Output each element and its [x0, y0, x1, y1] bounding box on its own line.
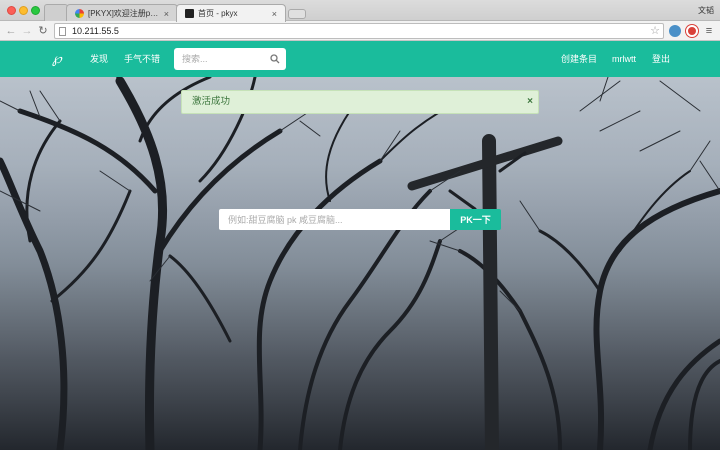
- tab-register[interactable]: [PKYX]欢迎注册pkyx,请验证 ×: [66, 4, 178, 22]
- nav-link-discover[interactable]: 发现: [90, 41, 108, 77]
- address-bar[interactable]: 10.211.55.5 ☆: [54, 23, 664, 39]
- window-close-button[interactable]: [7, 6, 16, 15]
- bookmark-star-icon[interactable]: ☆: [650, 24, 660, 38]
- hamburger-menu-icon[interactable]: ≡: [704, 25, 714, 37]
- nav-link-username[interactable]: mrlwtt: [612, 41, 636, 77]
- tab-close-icon[interactable]: ×: [272, 9, 277, 19]
- tab-blank[interactable]: [44, 4, 68, 22]
- browser-toolbar: ← → ↻ 10.211.55.5 ☆ ≡: [0, 21, 720, 41]
- tab-title: [PKYX]欢迎注册pkyx,请验证: [88, 9, 160, 18]
- search-box: [174, 48, 286, 70]
- extension-icon[interactable]: [669, 25, 681, 37]
- profile-name[interactable]: 文韬: [698, 5, 714, 16]
- new-tab-button[interactable]: [288, 9, 306, 19]
- nav-link-lucky[interactable]: 手气不错: [124, 41, 160, 77]
- window-minimize-button[interactable]: [19, 6, 28, 15]
- tab-close-icon[interactable]: ×: [164, 9, 169, 19]
- forward-arrow-icon[interactable]: →: [20, 24, 34, 38]
- success-alert: 激活成功 ×: [181, 90, 539, 114]
- tab-home[interactable]: 首页 - pkyx ×: [176, 4, 286, 22]
- url-text[interactable]: 10.211.55.5: [72, 26, 119, 36]
- pk-button[interactable]: PK一下: [450, 209, 501, 230]
- page-viewport: ℘ 发现 手气不错 创建条目 mrlwtt 登出 激活成功 × PK一下: [0, 41, 720, 450]
- window-zoom-button[interactable]: [31, 6, 40, 15]
- nav-link-logout[interactable]: 登出: [652, 41, 670, 77]
- opera-extension-icon[interactable]: [686, 25, 698, 37]
- browser-tab-strip: [PKYX]欢迎注册pkyx,请验证 × 首页 - pkyx × 文韬: [0, 0, 720, 22]
- tab-title: 首页 - pkyx: [198, 9, 238, 18]
- chrome-globe-icon: [75, 9, 84, 18]
- pk-input[interactable]: [219, 209, 450, 230]
- page-icon: [59, 26, 66, 36]
- alert-message: 激活成功: [192, 96, 231, 107]
- reload-icon[interactable]: ↻: [36, 24, 50, 38]
- search-icon[interactable]: [270, 54, 280, 64]
- alert-close-icon[interactable]: ×: [527, 91, 533, 113]
- pk-form: PK一下: [219, 209, 501, 230]
- pkyx-logo[interactable]: ℘: [52, 50, 70, 68]
- pkyx-page-icon: [185, 9, 194, 18]
- back-arrow-icon[interactable]: ←: [4, 24, 18, 38]
- site-navbar: ℘ 发现 手气不错 创建条目 mrlwtt 登出: [0, 41, 720, 77]
- nav-link-create-item[interactable]: 创建条目: [561, 41, 597, 77]
